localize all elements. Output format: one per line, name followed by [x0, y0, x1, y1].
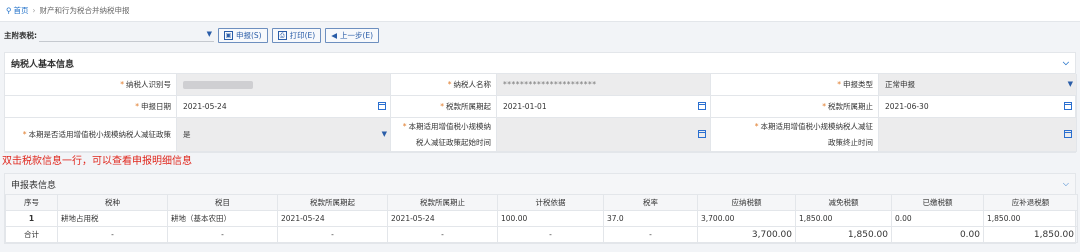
declare-type-label: * 申报类型 [711, 74, 879, 96]
policy-end-label: * 本期适用增值税小规模纳税人减征 政策终止时间 [711, 118, 879, 152]
table-cell: 2021-05-24 [277, 210, 388, 227]
table-row[interactable]: 1 耕地占用税 耕地（基本农田） 2021-05-24 2021-05-24 1… [5, 210, 1078, 227]
table-cell: 耕地占用税 [57, 210, 168, 227]
main-table-label: 主附表税: [4, 30, 37, 40]
save-icon: ▣ [224, 30, 233, 40]
collapse-chevron-icon[interactable]: ⌵ [1063, 179, 1069, 189]
column-header: 税款所属期起 [277, 194, 388, 211]
main-table-select[interactable]: ▼ [39, 28, 214, 42]
column-header: 序号 [5, 194, 58, 211]
policy-start-field[interactable] [497, 118, 711, 152]
breadcrumb-current: 财产和行为税合并纳税申报 [39, 6, 130, 15]
table-cell: - [167, 226, 278, 243]
total-row: 合计 - - - - - - 3,700.00 1,850.00 0.00 1,… [5, 226, 1078, 243]
table-cell: 1 [5, 210, 58, 227]
breadcrumb-home[interactable]: ⚲ 首页 [6, 5, 29, 16]
column-header: 税种 [57, 194, 168, 211]
table-cell: 37.0 [603, 210, 698, 227]
table-cell: 100.00 [497, 210, 604, 227]
table-cell: 3,700.00 [697, 226, 796, 243]
table-cell: 1,850.00 [983, 226, 1078, 243]
calendar-icon[interactable] [1064, 130, 1072, 138]
table-header-row: 序号 税种 税目 税款所属期起 税款所属期止 计税依据 税率 应纳税额 减免税额… [5, 194, 1078, 211]
toolbar: 主附表税: ▼ ▣ 申报(S) ⎙ 打印(E) ◀ 上一步(E) [0, 24, 1080, 46]
print-button[interactable]: ⎙ 打印(E) [271, 27, 322, 43]
taxpayer-info-grid: * 纳税人识别号 * 纳税人名称 ********************** * 申… [5, 73, 1077, 118]
table-cell: - [387, 226, 498, 243]
table-cell: 0.00 [891, 210, 984, 227]
policy-select[interactable]: 是 ▼ [177, 118, 391, 152]
policy-start-label: * 本期适用增值税小规模纳 税人减征政策起始时间 [391, 118, 497, 152]
declare-type-select[interactable]: 正常申报 ▼ [879, 74, 1077, 96]
column-header: 应纳税额 [697, 194, 796, 211]
period-start-label: * 税款所属期起 [391, 96, 497, 118]
panel-header: 纳税人基本信息 ⌵ [11, 58, 1069, 70]
report-table: 序号 税种 税目 税款所属期起 税款所属期止 计税依据 税率 应纳税额 减免税额… [5, 194, 1078, 243]
table-cell: 3,700.00 [697, 210, 796, 227]
table-cell: - [603, 226, 698, 243]
period-end-field[interactable]: 2021-06-30 [879, 96, 1077, 118]
calendar-icon[interactable] [1064, 102, 1072, 110]
table-cell: 0.00 [891, 226, 984, 243]
declare-button[interactable]: ▣ 申报(S) [218, 27, 268, 43]
taxpayer-info-panel: 纳税人基本信息 ⌵ * 纳税人识别号 * 纳税人名称 ***************… [4, 52, 1077, 153]
policy-end-field[interactable] [879, 118, 1077, 152]
policy-label: * 本期是否适用增值税小规模纳税人减征政策 [5, 118, 177, 152]
previous-step-button[interactable]: ◀ 上一步(E) [325, 27, 380, 43]
column-header: 计税依据 [497, 194, 604, 211]
declare-date-field[interactable]: 2021-05-24 [177, 96, 391, 118]
taxpayer-name-field: ********************** [497, 74, 711, 96]
calendar-icon[interactable] [698, 102, 706, 110]
table-cell: 合计 [5, 226, 58, 243]
column-header: 税率 [603, 194, 698, 211]
column-header: 已缴税额 [891, 194, 984, 211]
table-cell: - [57, 226, 168, 243]
breadcrumb: ⚲ 首页 › 财产和行为税合并纳税申报 [0, 0, 1080, 22]
column-header: 税款所属期止 [387, 194, 498, 211]
collapse-chevron-icon[interactable]: ⌵ [1063, 58, 1069, 68]
table-cell: 1,850.00 [795, 226, 892, 243]
print-icon: ⎙ [277, 30, 287, 40]
period-start-field[interactable]: 2021-01-01 [497, 96, 711, 118]
table-cell: 1,850.00 [983, 210, 1078, 227]
table-cell: 耕地（基本农田） [167, 210, 278, 227]
chevron-down-icon: ▼ [1067, 80, 1073, 88]
taxpayer-name-label: * 纳税人名称 [391, 74, 497, 96]
calendar-icon[interactable] [378, 102, 386, 110]
arrow-left-icon: ◀ [331, 30, 337, 40]
declare-date-label: * 申报日期 [5, 96, 177, 118]
table-cell: 1,850.00 [795, 210, 892, 227]
taxpayer-id-label: * 纳税人识别号 [5, 74, 177, 96]
panel-header: 申报表信息 ⌵ [5, 174, 1075, 194]
column-header: 应补退税额 [983, 194, 1078, 211]
policy-row: * 本期是否适用增值税小规模纳税人减征政策 是 ▼ * 本期适用增值税小规模纳 税人减… [5, 118, 1077, 152]
chevron-down-icon: ▼ [206, 30, 212, 38]
hint-text: 双击税款信息一行，可以查看申报明细信息 [2, 156, 192, 167]
location-pin-icon: ⚲ [6, 6, 12, 15]
redacted-value [183, 80, 253, 89]
report-info-panel: 申报表信息 ⌵ 序号 税种 税目 税款所属期起 税款所属期止 计税依据 税率 应… [4, 173, 1078, 244]
table-cell: - [497, 226, 604, 243]
table-cell: 2021-05-24 [387, 210, 498, 227]
table-cell: - [277, 226, 388, 243]
period-end-label: * 税款所属期止 [711, 96, 879, 118]
calendar-icon[interactable] [698, 130, 706, 138]
column-header: 税目 [167, 194, 278, 211]
taxpayer-id-field [177, 74, 391, 96]
breadcrumb-separator: › [32, 6, 36, 15]
column-header: 减免税额 [795, 194, 892, 211]
chevron-down-icon: ▼ [381, 130, 387, 138]
